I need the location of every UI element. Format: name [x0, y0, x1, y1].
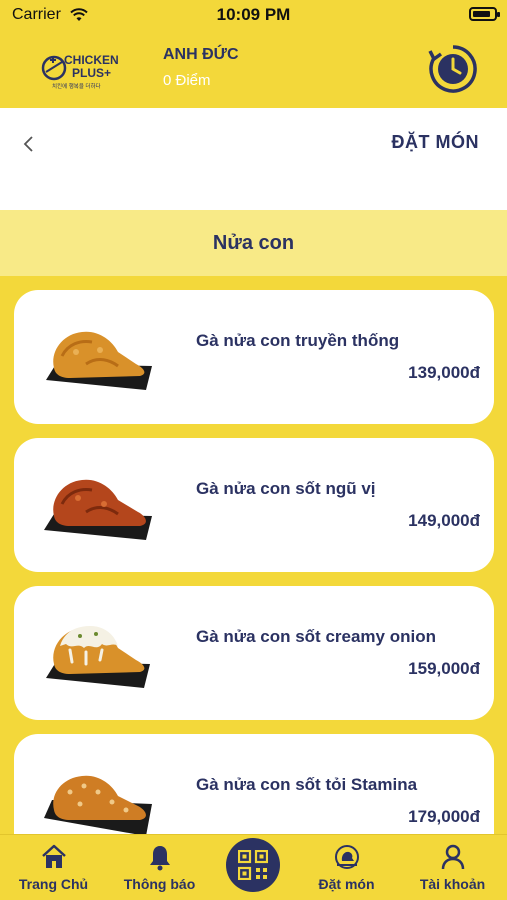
- home-icon: [41, 844, 66, 868]
- svg-text:CHICKEN: CHICKEN: [64, 53, 119, 67]
- product-name: Gà nửa con sốt ngũ vị: [196, 479, 376, 498]
- svg-text:PLUS+: PLUS+: [72, 66, 111, 80]
- status-time: 10:09 PM: [216, 5, 291, 24]
- product-price: 139,000đ: [408, 363, 480, 382]
- spicy-chicken-image: [44, 479, 152, 540]
- tab-notifications[interactable]: Thông báo: [109, 835, 210, 900]
- chicken-order-icon: [334, 845, 359, 869]
- product-name: Gà nửa con truyền thống: [196, 331, 400, 350]
- tab-account[interactable]: Tài khoản: [402, 835, 503, 900]
- qr-scan-button[interactable]: [226, 838, 280, 892]
- order-history-icon[interactable]: [427, 43, 479, 95]
- user-name: ANH ĐỨC: [163, 46, 239, 63]
- tab-order-label: Đặt món: [318, 876, 375, 892]
- product-name: Gà nửa con sốt creamy onion: [196, 627, 436, 646]
- nav-bar: ĐẶT MÓN: [0, 108, 507, 210]
- product-price: 179,000đ: [408, 807, 480, 826]
- category-header: Nửa con: [0, 210, 507, 276]
- user-icon: [441, 844, 464, 870]
- app-header: CHICKEN PLUS+ 치킨에 행복을 더하다 ANH ĐỨC 0 Điểm: [0, 30, 507, 108]
- status-bar: Carrier 10:09 PM: [0, 0, 507, 30]
- battery-icon: [469, 7, 500, 21]
- category-title: Nửa con: [212, 231, 295, 254]
- fried-chicken-image: [46, 331, 152, 390]
- user-points: 0 Điểm: [163, 72, 211, 89]
- tab-account-label: Tài khoản: [419, 876, 486, 892]
- product-price: 159,000đ: [408, 659, 480, 678]
- product-list[interactable]: Gà nửa con truyền thống 139,000đ Gà nửa …: [0, 276, 507, 834]
- tab-home[interactable]: Trang Chủ: [3, 835, 104, 900]
- tab-home-label: Trang Chủ: [18, 876, 89, 892]
- tab-notifications-label: Thông báo: [123, 876, 196, 892]
- qr-code-icon: [238, 850, 268, 880]
- product-card[interactable]: Gà nửa con truyền thống 139,000đ: [14, 290, 494, 424]
- bell-icon: [149, 846, 170, 871]
- garlic-chicken-image: [44, 775, 152, 834]
- product-name: Gà nửa con sốt tỏi Stamina: [196, 775, 418, 794]
- battery-level: [473, 11, 490, 17]
- page-title: ĐẶT MÓN: [391, 132, 479, 152]
- creamy-onion-chicken-image: [46, 626, 150, 688]
- svg-text:치킨에 행복을 더하다: 치킨에 행복을 더하다: [52, 82, 101, 90]
- tab-order[interactable]: Đặt món: [296, 835, 397, 900]
- product-price: 149,000đ: [408, 511, 480, 530]
- product-card[interactable]: Gà nửa con sốt creamy onion 159,000đ: [14, 586, 494, 720]
- chicken-plus-logo: CHICKEN PLUS+ 치킨에 행복을 더하다: [41, 53, 119, 90]
- back-chevron-icon[interactable]: [18, 132, 42, 156]
- product-card[interactable]: Gà nửa con sốt ngũ vị 149,000đ: [14, 438, 494, 572]
- tab-bar: Trang Chủ Thông báo Đặt món Tài khoản: [0, 834, 507, 900]
- product-card[interactable]: Gà nửa con sốt tỏi Stamina 179,000đ: [14, 734, 494, 834]
